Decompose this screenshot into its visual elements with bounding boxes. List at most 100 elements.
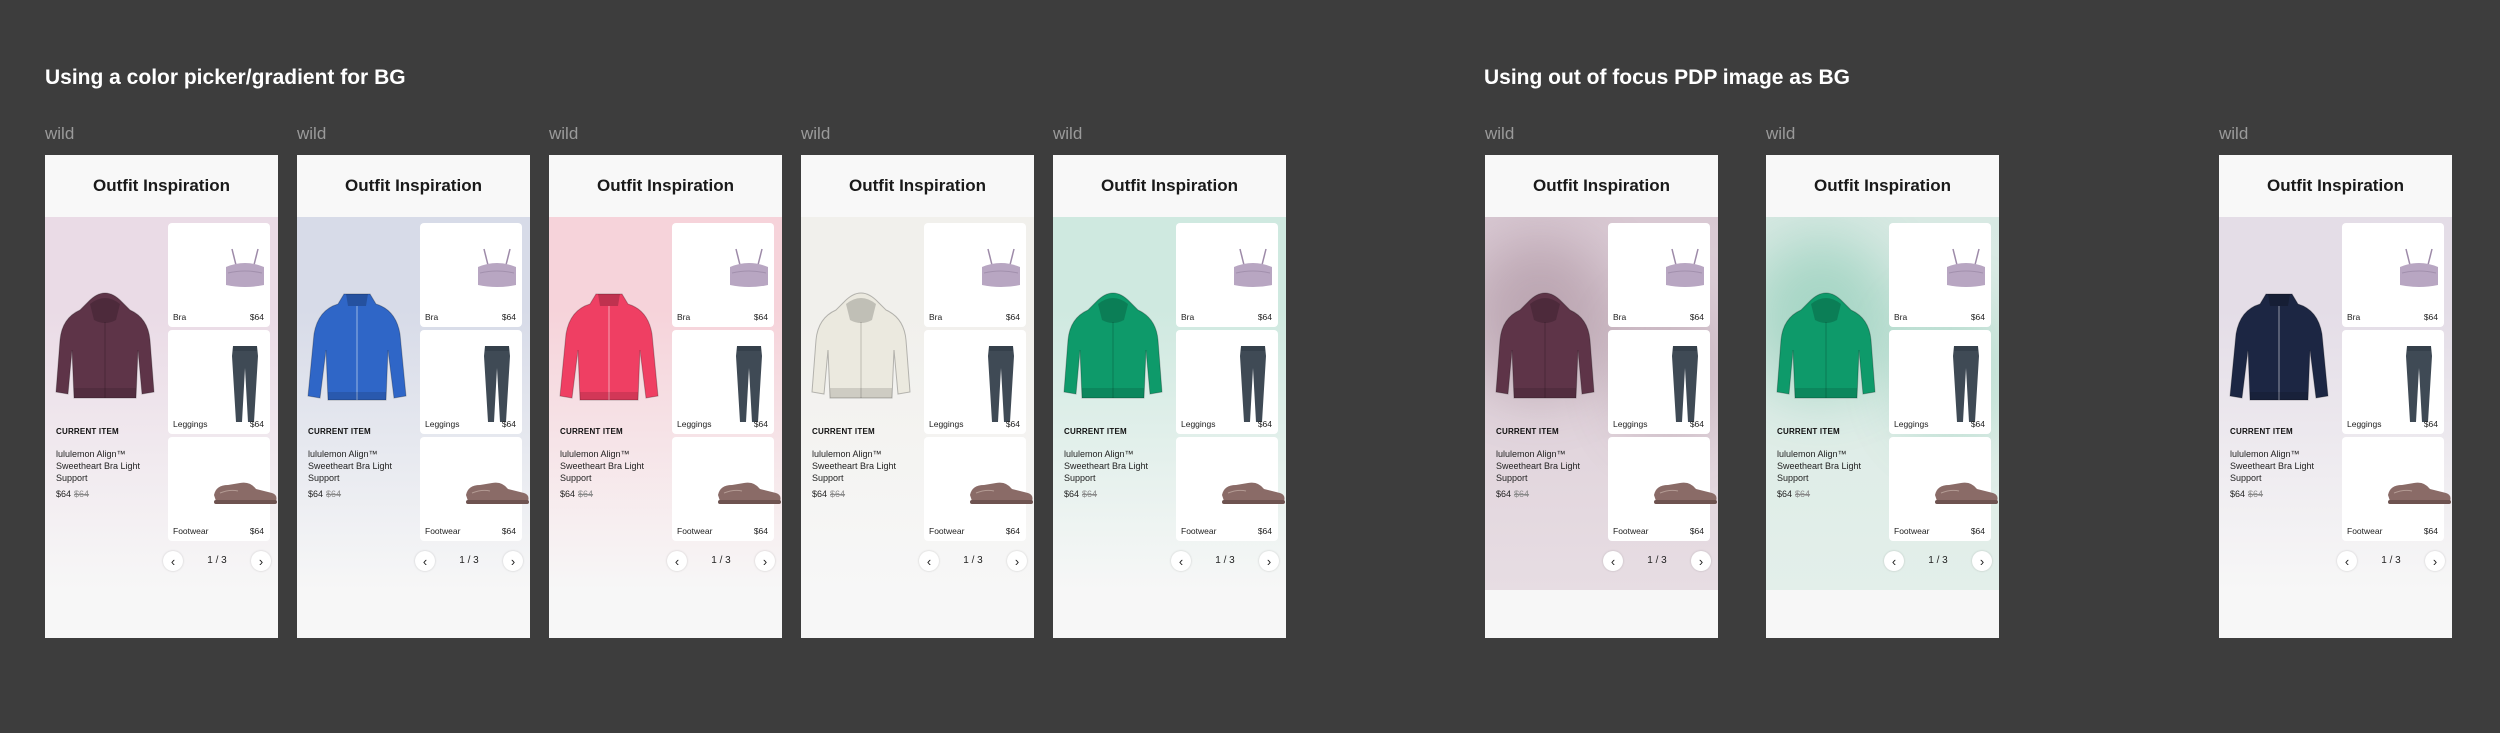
chevron-right-icon[interactable]: › — [1259, 551, 1279, 571]
item-price: $64 — [1970, 419, 1985, 429]
current-product-image[interactable] — [1771, 280, 1881, 410]
outfit-item-footwear[interactable]: Footwear $64 — [168, 437, 277, 541]
item-label: Bra — [2347, 312, 2361, 322]
item-price: $64 — [1257, 312, 1272, 322]
outfit-item-footwear[interactable]: Footwear $64 — [420, 437, 529, 541]
current-item-price: $64 $64 — [1777, 489, 1811, 499]
old-price: $64 — [578, 489, 594, 499]
outfit-item-leggings[interactable]: Leggings $64 — [420, 330, 522, 434]
item-price: $64 — [1970, 526, 1985, 536]
old-price: $64 — [1082, 489, 1098, 499]
item-label: Bra — [1613, 312, 1627, 322]
outfit-inspiration-card: Outfit Inspiration CURRENT ITEM lululemo… — [549, 155, 782, 638]
outfit-inspiration-card: Outfit Inspiration CURRENT ITEM lululemo… — [45, 155, 278, 638]
pager: ‹ 1 / 3 › — [1603, 550, 1711, 572]
item-label: Leggings — [677, 419, 712, 429]
item-price: $64 — [1005, 312, 1020, 322]
card-title: Outfit Inspiration — [1766, 155, 1999, 217]
card-title: Outfit Inspiration — [45, 155, 278, 217]
outfit-item-leggings[interactable]: Leggings $64 — [2342, 330, 2444, 434]
current-item-name: lululemon Align™ Sweetheart Bra Light Su… — [56, 449, 141, 483]
pager: ‹ 1 / 3 › — [1884, 550, 1992, 572]
outfit-item-bra[interactable]: Bra $64 — [2342, 223, 2444, 327]
current-item-price: $64 $64 — [812, 489, 846, 499]
outfit-item-leggings[interactable]: Leggings $64 — [1176, 330, 1278, 434]
item-price: $64 — [501, 312, 516, 322]
chevron-right-icon[interactable]: › — [251, 551, 271, 571]
current-product-image[interactable] — [2224, 280, 2334, 410]
outfit-item-bra[interactable]: Bra $64 — [924, 223, 1026, 327]
outfit-inspiration-card: Outfit Inspiration CURRENT ITEM lululemo… — [1053, 155, 1286, 638]
item-label: Footwear — [173, 526, 209, 536]
item-price: $64 — [249, 419, 264, 429]
item-label: Footwear — [425, 526, 461, 536]
outfit-item-leggings[interactable]: Leggings $64 — [1608, 330, 1710, 434]
item-label: Leggings — [2347, 419, 2382, 429]
item-price: $64 — [1005, 526, 1020, 536]
current-item-label: CURRENT ITEM — [560, 427, 623, 436]
current-item-name: lululemon Align™ Sweetheart Bra Light Su… — [812, 449, 897, 483]
current-product-image[interactable] — [50, 280, 160, 410]
outfit-item-footwear[interactable]: Footwear $64 — [1176, 437, 1285, 541]
card-title: Outfit Inspiration — [2219, 155, 2452, 217]
outfit-item-footwear[interactable]: Footwear $64 — [1608, 437, 1717, 541]
pager: ‹ 1 / 3 › — [919, 550, 1027, 572]
current-item-name: lululemon Align™ Sweetheart Bra Light Su… — [1496, 449, 1581, 483]
item-price: $64 — [249, 526, 264, 536]
item-label: Bra — [1894, 312, 1908, 322]
current-item-label: CURRENT ITEM — [1496, 427, 1559, 436]
item-price: $64 — [501, 419, 516, 429]
outfit-item-bra[interactable]: Bra $64 — [672, 223, 774, 327]
item-price: $64 — [753, 312, 768, 322]
outfit-item-bra[interactable]: Bra $64 — [420, 223, 522, 327]
frame-label: wild — [45, 124, 75, 143]
current-product-image[interactable] — [806, 280, 916, 410]
item-label: Footwear — [2347, 526, 2383, 536]
current-item-name: lululemon Align™ Sweetheart Bra Light Su… — [560, 449, 645, 483]
chevron-right-icon[interactable]: › — [1007, 551, 1027, 571]
current-product-image[interactable] — [554, 280, 664, 410]
outfit-item-bra[interactable]: Bra $64 — [1889, 223, 1991, 327]
frame-label: wild — [801, 124, 831, 143]
item-label: Footwear — [677, 526, 713, 536]
card-title: Outfit Inspiration — [1053, 155, 1286, 217]
outfit-item-footwear[interactable]: Footwear $64 — [2342, 437, 2451, 541]
outfit-item-leggings[interactable]: Leggings $64 — [924, 330, 1026, 434]
outfit-item-leggings[interactable]: Leggings $64 — [1889, 330, 1991, 434]
outfit-item-bra[interactable]: Bra $64 — [168, 223, 270, 327]
chevron-right-icon[interactable]: › — [2425, 551, 2445, 571]
item-price: $64 — [2423, 526, 2438, 536]
outfit-item-bra[interactable]: Bra $64 — [1608, 223, 1710, 327]
chevron-right-icon[interactable]: › — [1972, 551, 1992, 571]
item-price: $64 — [1970, 312, 1985, 322]
item-label: Bra — [677, 312, 691, 322]
item-label: Footwear — [1181, 526, 1217, 536]
old-price: $64 — [1514, 489, 1530, 499]
outfit-item-footwear[interactable]: Footwear $64 — [1889, 437, 1998, 541]
chevron-right-icon[interactable]: › — [503, 551, 523, 571]
outfit-item-footwear[interactable]: Footwear $64 — [924, 437, 1033, 541]
outfit-item-leggings[interactable]: Leggings $64 — [168, 330, 270, 434]
item-label: Footwear — [1894, 526, 1930, 536]
outfit-item-footwear[interactable]: Footwear $64 — [672, 437, 781, 541]
current-product-image[interactable] — [302, 280, 412, 410]
section-title-blurred: Using out of focus PDP image as BG — [1484, 66, 1851, 89]
item-label: Bra — [425, 312, 439, 322]
chevron-right-icon[interactable]: › — [1691, 551, 1711, 571]
outfit-item-leggings[interactable]: Leggings $64 — [672, 330, 774, 434]
item-label: Bra — [1181, 312, 1195, 322]
current-product-image[interactable] — [1490, 280, 1600, 410]
current-item-price: $64 $64 — [1064, 489, 1098, 499]
section-title-gradient: Using a color picker/gradient for BG — [45, 66, 406, 89]
item-price: $64 — [753, 419, 768, 429]
pager: ‹ 1 / 3 › — [2337, 550, 2445, 572]
pager: ‹ 1 / 3 › — [667, 550, 775, 572]
card-title: Outfit Inspiration — [801, 155, 1034, 217]
current-item-name: lululemon Align™ Sweetheart Bra Light Su… — [2230, 449, 2315, 483]
current-product-image[interactable] — [1058, 280, 1168, 410]
outfit-item-bra[interactable]: Bra $64 — [1176, 223, 1278, 327]
old-price: $64 — [74, 489, 90, 499]
card-title: Outfit Inspiration — [297, 155, 530, 217]
current-item-label: CURRENT ITEM — [56, 427, 119, 436]
chevron-right-icon[interactable]: › — [755, 551, 775, 571]
